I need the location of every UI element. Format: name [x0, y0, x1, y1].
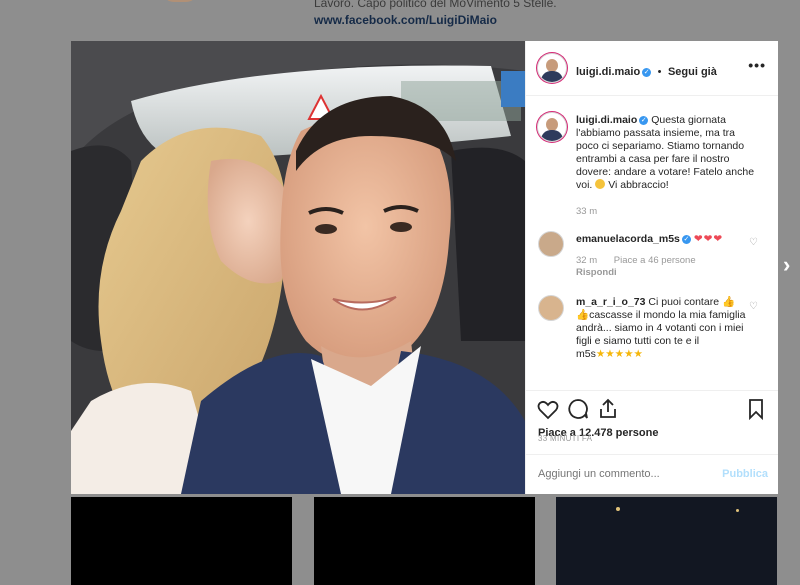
caption-username[interactable]: luigi.di.maio	[576, 114, 637, 126]
like-comment-heart-icon[interactable]: ♡	[749, 301, 758, 312]
comments-list: luigi.di.maio ✓ Questa giornata l'abbiamo…	[526, 96, 778, 390]
following-button[interactable]: Segui già	[668, 66, 717, 78]
like-heart-icon[interactable]	[536, 397, 560, 421]
comment-item: m_a_r_i_o_73 Ci puoi contare 👍 👍cascasse…	[576, 296, 756, 361]
add-comment-bar: Pubblica	[526, 454, 778, 495]
like-comment-heart-icon[interactable]: ♡	[749, 237, 758, 248]
commenter-avatar[interactable]	[538, 295, 564, 321]
more-options-icon[interactable]: •••	[748, 57, 766, 73]
post-timestamp: 33 MINUTI FA	[538, 434, 593, 443]
selfie-image	[71, 41, 525, 494]
comment-username[interactable]: m_a_r_i_o_73	[576, 296, 645, 308]
profile-bio: Lavoro. Capo politico del MoVimento 5 St…	[314, 0, 557, 10]
verified-icon: ✓	[639, 116, 649, 125]
caption-tail: Vi abbraccio!	[608, 179, 669, 191]
header-separator: •	[657, 66, 662, 78]
thumbs-up-emoji-icon: 👍	[721, 296, 736, 308]
comment-meta: 32 m Piace a 46 persone	[576, 255, 710, 266]
comment-likes[interactable]: Piace a 46 persone	[614, 255, 696, 266]
comment-time: 32 m	[576, 255, 598, 266]
comment-input[interactable]	[538, 468, 708, 480]
verified-icon: ✓	[681, 235, 691, 244]
caption-text: luigi.di.maio ✓ Questa giornata l'abbiamo…	[576, 114, 756, 192]
hearts-emoji: ❤❤❤	[693, 233, 724, 245]
reply-button[interactable]: Rispondi	[576, 267, 617, 278]
verified-icon: ✓	[642, 68, 652, 77]
grid-thumbnail[interactable]	[314, 497, 535, 585]
post-details-panel: luigi.di.maio ✓ • Segui già ••• luigi.di.…	[525, 41, 778, 494]
profile-link[interactable]: www.facebook.com/LuigiDiMaio	[314, 13, 497, 27]
comment-bubble-icon[interactable]	[566, 397, 590, 421]
stars-emoji: ★★★★★	[595, 348, 643, 360]
comment-item: emanuelacorda_m5s ✓ ❤❤❤	[576, 233, 756, 246]
bookmark-icon[interactable]	[744, 397, 768, 421]
caption-time: 33 m	[576, 206, 598, 217]
caption-avatar[interactable]	[537, 112, 567, 142]
smile-emoji-icon	[595, 179, 606, 189]
publish-button[interactable]: Pubblica	[722, 468, 768, 480]
post-photo[interactable]	[71, 41, 525, 494]
post-header: luigi.di.maio ✓ • Segui già •••	[526, 41, 778, 96]
author-avatar[interactable]	[537, 53, 567, 83]
grid-thumbnail[interactable]	[71, 497, 292, 585]
next-post-chevron-icon[interactable]: ›	[783, 252, 790, 278]
grid-thumbnail[interactable]	[556, 497, 777, 585]
author-username[interactable]: luigi.di.maio	[576, 66, 640, 78]
commenter-avatar[interactable]	[538, 231, 564, 257]
share-icon[interactable]	[596, 397, 620, 421]
thumbs-up-emoji-icon: 👍	[576, 309, 590, 321]
comment-username[interactable]: emanuelacorda_m5s	[576, 233, 680, 245]
comment-text: Ci puoi contare	[648, 296, 720, 308]
